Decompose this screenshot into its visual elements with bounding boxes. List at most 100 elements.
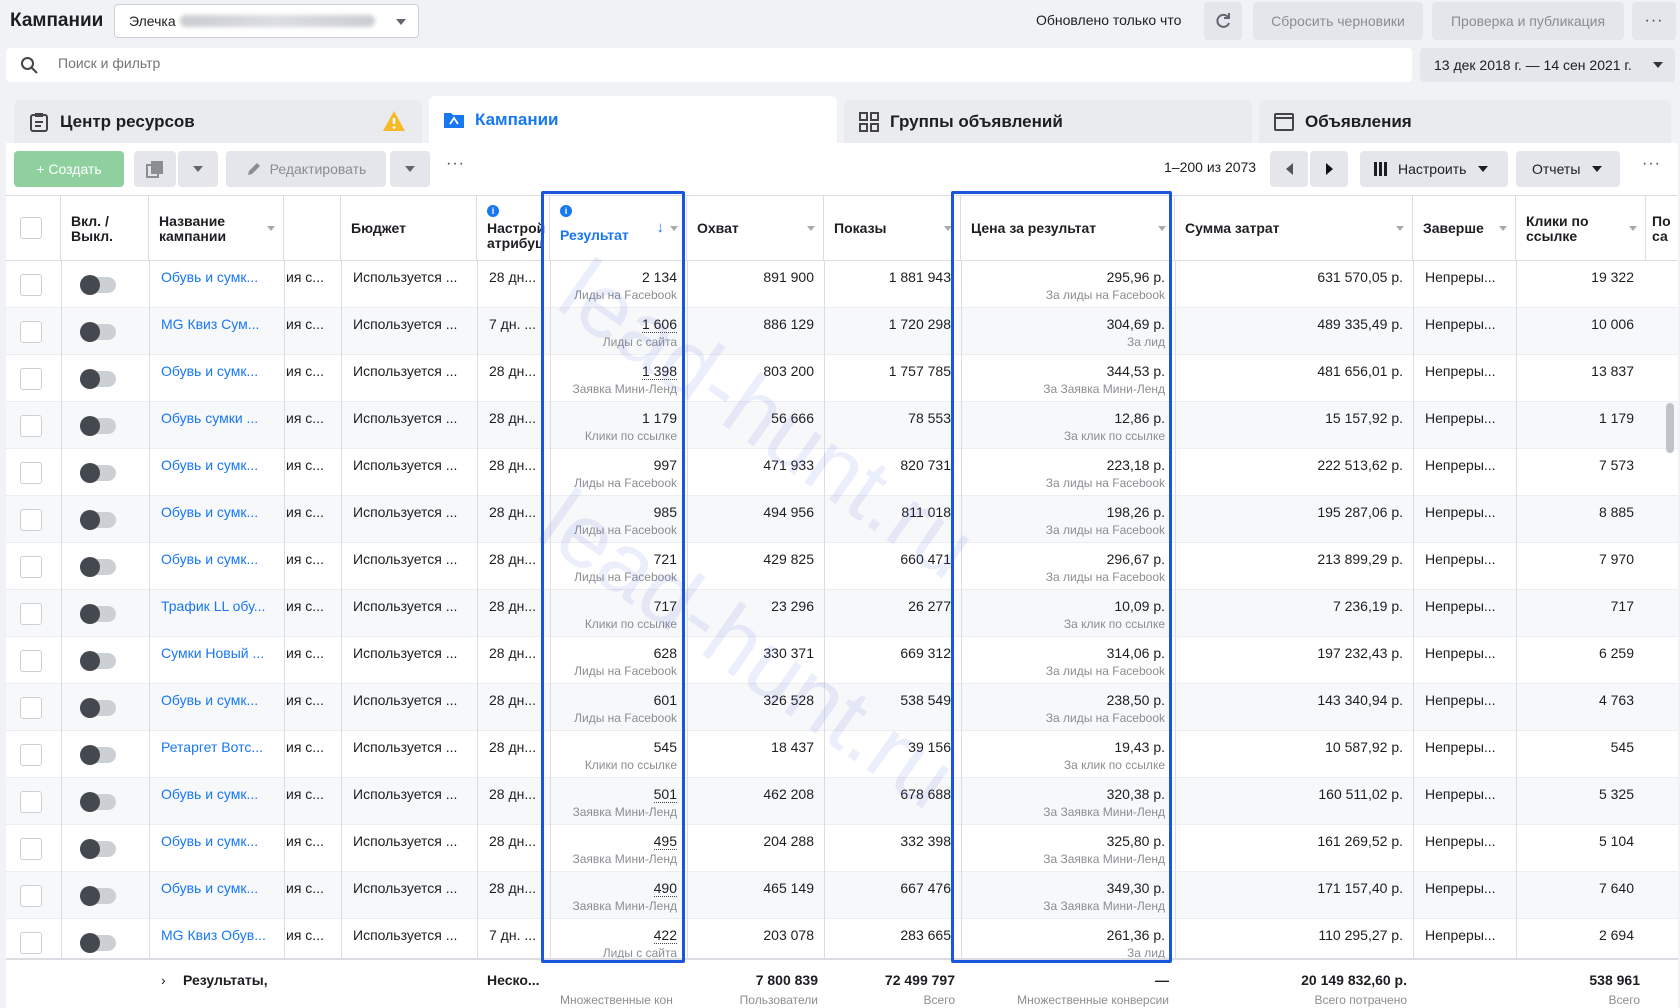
tab-ads[interactable]: Объявления [1259,100,1671,144]
header-reach[interactable]: Охват [687,196,824,261]
result-value[interactable]: 1 398 [641,363,677,380]
campaign-name-link[interactable]: Сумки Новый ... [161,645,264,661]
tab-ad-sets[interactable]: Группы объявлений [844,100,1252,144]
reports-button[interactable]: Отчеты [1516,151,1620,187]
select-all-checkbox[interactable] [20,217,42,239]
tab-campaigns[interactable]: Кампании [429,96,837,144]
table-row[interactable]: Обувь и сумк... ия с... Используется ... 28… [6,872,1678,919]
campaign-toggle[interactable] [80,322,116,342]
tab-resource-center[interactable]: Центр ресурсов [14,100,422,144]
edit-dropdown-button[interactable] [390,151,430,187]
header-onoff[interactable]: Вкл. / Выкл. [61,196,149,261]
result-value[interactable]: 422 [653,927,677,944]
campaign-name-cell[interactable]: Трафик LL обу... [149,590,284,637]
table-row[interactable]: Обувь и сумк... ия с... Используется ... 28… [6,355,1678,402]
campaign-name-cell[interactable]: Обувь и сумк... [149,872,284,919]
search-bar[interactable] [6,48,1412,82]
campaign-name-link[interactable]: Ретаргет Вотс... [161,739,263,755]
result-value[interactable]: 1 606 [641,316,677,333]
next-page-button[interactable] [1310,151,1348,187]
duplicate-dropdown-button[interactable] [178,151,218,187]
campaign-toggle[interactable] [80,698,116,718]
campaign-name-link[interactable]: MG Квиз Обув... [161,927,266,943]
row-checkbox[interactable] [20,274,42,296]
row-checkbox[interactable] [20,932,42,954]
header-ends[interactable]: Заверше [1413,196,1516,261]
table-row[interactable]: Обувь и сумк... ия с... Используется ... 28… [6,261,1678,308]
campaign-name-cell[interactable]: Обувь и сумк... [149,684,284,731]
row-checkbox[interactable] [20,462,42,484]
campaign-toggle[interactable] [80,463,116,483]
refresh-button[interactable] [1204,2,1242,40]
campaign-toggle[interactable] [80,745,116,765]
table-row[interactable]: Сумки Новый ... ия с... Используется ... 28… [6,637,1678,684]
campaign-name-link[interactable]: Обувь и сумк... [161,692,258,708]
header-impressions[interactable]: Показы [824,196,961,261]
header-budget[interactable]: Бюджет [341,196,477,261]
edit-button[interactable]: Редактировать [226,151,386,187]
table-row[interactable]: Обувь сумки ... ия с... Используется ... 28… [6,402,1678,449]
campaign-name-link[interactable]: Обувь и сумк... [161,457,258,473]
campaign-name-cell[interactable]: MG Квиз Сум... [149,308,284,355]
campaign-name-cell[interactable]: Сумки Новый ... [149,637,284,684]
campaign-name-cell[interactable]: Обувь и сумк... [149,496,284,543]
row-checkbox[interactable] [20,509,42,531]
campaign-name-cell[interactable]: Обувь сумки ... [149,402,284,449]
campaign-toggle[interactable] [80,933,116,953]
header-attribution[interactable]: i Настрой атрибуц [477,196,550,261]
result-value[interactable]: 490 [653,880,677,897]
table-row[interactable]: Обувь и сумк... ия с... Используется ... 28… [6,543,1678,590]
campaign-name-cell[interactable]: Ретаргет Вотс... [149,731,284,778]
row-checkbox[interactable] [20,368,42,390]
customize-columns-button[interactable]: Настроить [1360,151,1508,187]
header-extra[interactable]: По са [1646,196,1678,261]
more-options-button[interactable]: ··· [1632,2,1676,40]
header-delivery[interactable] [284,196,341,261]
table-row[interactable]: MG Квиз Обув... ия с... Используется ... 7 … [6,919,1678,958]
campaign-name-link[interactable]: Обувь и сумк... [161,363,258,379]
campaign-toggle[interactable] [80,839,116,859]
campaign-name-link[interactable]: Обувь и сумк... [161,833,258,849]
row-checkbox[interactable] [20,650,42,672]
header-campaign-name[interactable]: Название кампании [149,196,284,261]
campaign-toggle[interactable] [80,886,116,906]
header-cost-per-result[interactable]: Цена за результат [961,196,1175,261]
review-publish-button[interactable]: Проверка и публикация [1432,2,1624,40]
duplicate-button[interactable] [134,151,176,187]
row-checkbox[interactable] [20,838,42,860]
campaign-name-link[interactable]: Обувь сумки ... [161,410,258,426]
header-spend[interactable]: Сумма затрат [1175,196,1413,261]
result-value[interactable]: 495 [653,833,677,850]
campaign-toggle[interactable] [80,416,116,436]
table-row[interactable]: Трафик LL обу... ия с... Используется ... 2… [6,590,1678,637]
row-checkbox[interactable] [20,697,42,719]
row-checkbox[interactable] [20,321,42,343]
table-row[interactable]: Обувь и сумк... ия с... Используется ... 28… [6,825,1678,872]
table-row[interactable]: Обувь и сумк... ия с... Используется ... 28… [6,684,1678,731]
campaign-name-link[interactable]: Обувь и сумк... [161,269,258,285]
row-checkbox[interactable] [20,744,42,766]
campaign-name-cell[interactable]: MG Квиз Обув... [149,919,284,958]
totals-label-cell[interactable]: › Результаты, [149,960,284,1008]
toolbar-more-button[interactable]: ··· [446,155,465,173]
campaign-name-cell[interactable]: Обувь и сумк... [149,355,284,402]
campaign-name-cell[interactable]: Обувь и сумк... [149,825,284,872]
campaign-toggle[interactable] [80,792,116,812]
header-result[interactable]: i Результат ↓ [550,196,687,261]
row-checkbox[interactable] [20,415,42,437]
reset-drafts-button[interactable]: Сбросить черновики [1253,2,1423,40]
header-link-clicks[interactable]: Клики по ссылке [1516,196,1646,261]
campaign-toggle[interactable] [80,557,116,577]
table-row[interactable]: Обувь и сумк... ия с... Используется ... 28… [6,778,1678,825]
table-row[interactable]: MG Квиз Сум... ия с... Используется ... 7 д… [6,308,1678,355]
table-row[interactable]: Ретаргет Вотс... ия с... Используется ... 2… [6,731,1678,778]
campaign-name-cell[interactable]: Обувь и сумк... [149,261,284,308]
campaign-name-link[interactable]: Обувь и сумк... [161,551,258,567]
row-checkbox[interactable] [20,603,42,625]
campaign-toggle[interactable] [80,510,116,530]
campaign-toggle[interactable] [80,369,116,389]
campaign-toggle[interactable] [80,275,116,295]
table-row[interactable]: Обувь и сумк... ия с... Используется ... 28… [6,449,1678,496]
campaign-name-link[interactable]: Обувь и сумк... [161,504,258,520]
campaign-name-cell[interactable]: Обувь и сумк... [149,543,284,590]
